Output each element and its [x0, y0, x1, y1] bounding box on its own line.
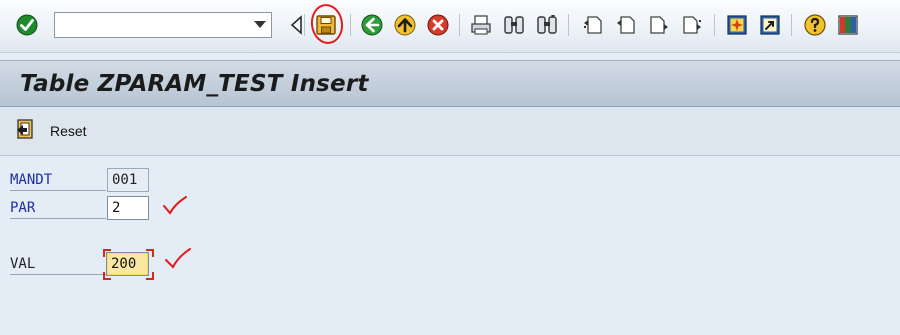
form-area: MANDT 001 PAR 2 VAL 200 — [0, 156, 900, 335]
toolbar-separator — [350, 14, 351, 36]
first-page-icon[interactable] — [580, 12, 606, 38]
annotation-checkmark — [165, 248, 191, 269]
focus-corner — [103, 249, 111, 257]
cancel-icon[interactable] — [425, 12, 451, 38]
title-bar: Table ZPARAM_TEST Insert — [0, 60, 900, 107]
annotation-checkmark — [163, 196, 187, 215]
shortcut-icon[interactable] — [757, 12, 783, 38]
toolbar-separator — [714, 14, 715, 36]
focus-corner — [103, 272, 111, 280]
find-icon[interactable] — [501, 12, 527, 38]
find-next-icon[interactable] — [534, 12, 560, 38]
reset-icon — [14, 118, 36, 145]
val-label: VAL — [10, 254, 106, 275]
page-title: Table ZPARAM_TEST Insert — [20, 71, 369, 97]
collapse-left-icon[interactable] — [283, 12, 309, 38]
help-icon[interactable] — [802, 12, 828, 38]
annotation-circle — [308, 1, 346, 47]
toolbar-separator — [459, 14, 460, 36]
back-icon[interactable] — [359, 12, 385, 38]
print-icon[interactable] — [468, 12, 494, 38]
create-session-icon[interactable] — [724, 12, 750, 38]
mandt-field: 001 — [107, 168, 149, 192]
toolbar-separator — [304, 14, 305, 36]
toolbar-separator — [791, 14, 792, 36]
exit-icon[interactable] — [392, 12, 418, 38]
toolbar-separator — [568, 14, 569, 36]
system-toolbar — [0, 0, 900, 53]
mandt-label: MANDT — [10, 170, 106, 191]
previous-page-icon[interactable] — [613, 12, 639, 38]
application-toolbar: Reset — [0, 107, 900, 156]
command-field[interactable] — [54, 12, 272, 38]
par-label: PAR — [10, 198, 106, 219]
chevron-down-icon[interactable] — [250, 14, 270, 36]
customize-layout-icon[interactable] — [835, 12, 861, 38]
focus-corner — [146, 249, 154, 257]
reset-button[interactable]: Reset — [14, 118, 87, 144]
par-field[interactable]: 2 — [107, 196, 149, 220]
last-page-icon[interactable] — [679, 12, 705, 38]
focus-corner — [146, 272, 154, 280]
val-field[interactable]: 200 — [106, 252, 149, 276]
reset-label: Reset — [50, 123, 87, 139]
next-page-icon[interactable] — [646, 12, 672, 38]
enter-icon[interactable] — [14, 12, 40, 38]
